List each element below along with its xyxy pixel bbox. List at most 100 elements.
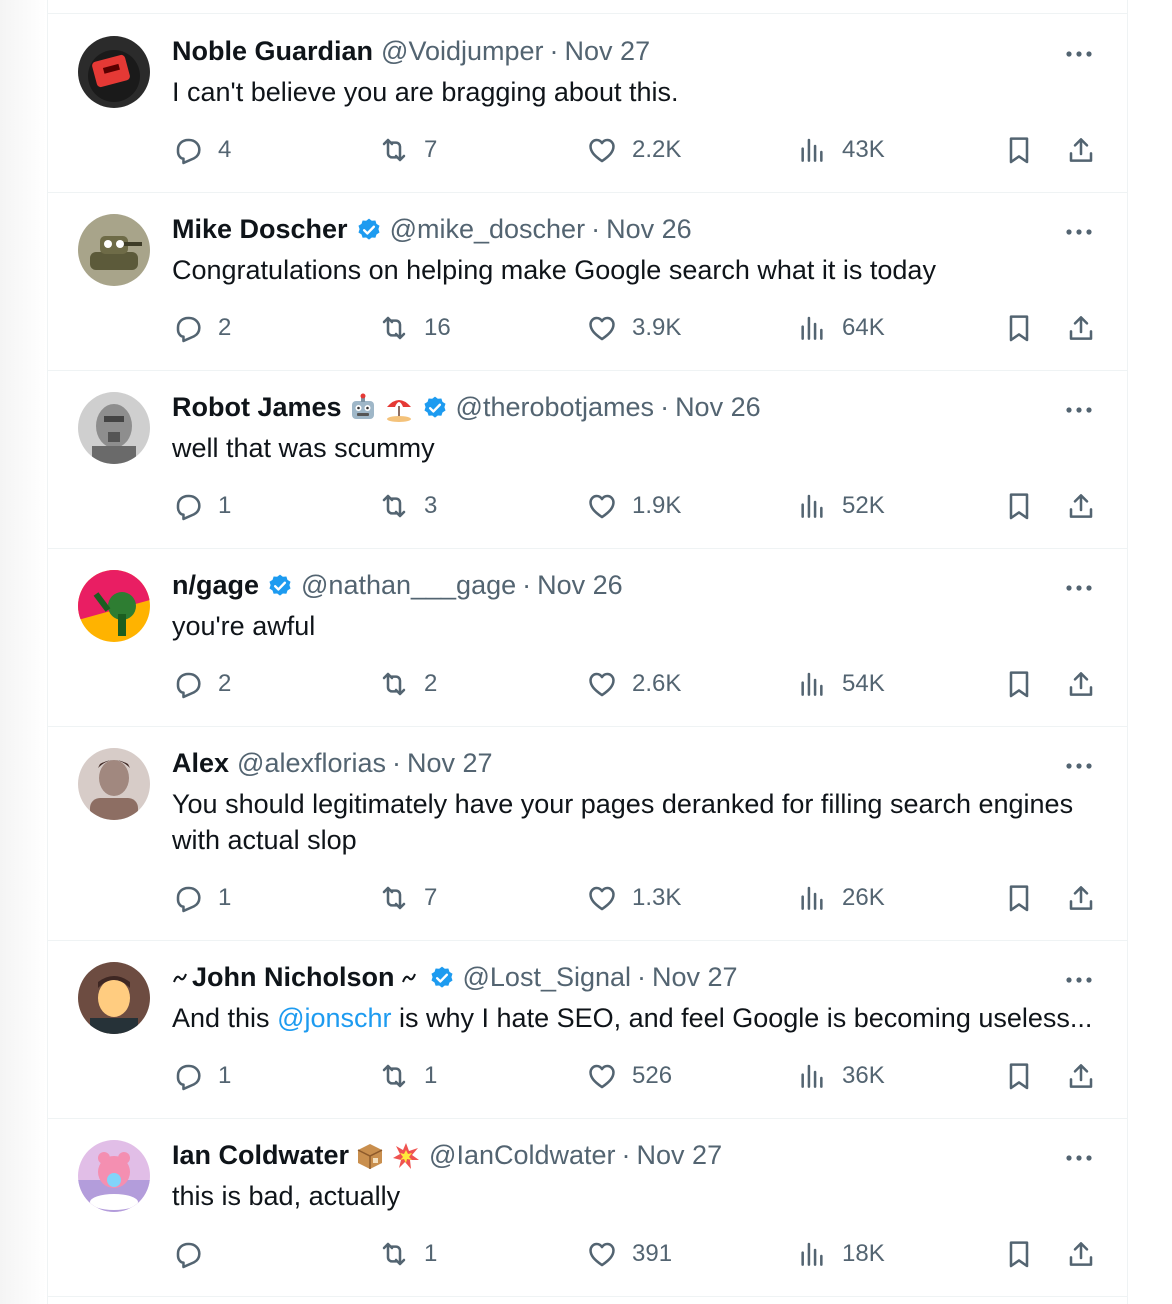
share-icon — [1069, 1064, 1093, 1088]
repost-button[interactable]: 7 — [378, 134, 437, 166]
avatar[interactable] — [78, 748, 150, 820]
handle[interactable]: @Lost_Signal — [463, 962, 632, 993]
views-button[interactable]: 52K — [796, 490, 885, 522]
views-button[interactable]: 26K — [796, 882, 885, 914]
more-options-icon[interactable] — [1065, 228, 1093, 236]
avatar[interactable] — [78, 392, 150, 464]
avatar[interactable] — [78, 214, 150, 286]
repost-button[interactable]: 1 — [378, 1060, 437, 1092]
handle[interactable]: @Voidjumper — [381, 36, 544, 67]
share-button[interactable] — [1065, 668, 1097, 700]
more-options-icon[interactable] — [1065, 762, 1093, 770]
share-button[interactable] — [1065, 490, 1097, 522]
bookmark-button[interactable] — [1003, 312, 1035, 344]
reply-button[interactable]: 2 — [172, 668, 231, 700]
reply-button[interactable]: 4 — [172, 134, 231, 166]
more-options-icon[interactable] — [1065, 1154, 1093, 1162]
share-button[interactable] — [1065, 134, 1097, 166]
reply-button[interactable]: 1 — [172, 490, 231, 522]
reply-button[interactable] — [172, 1238, 218, 1270]
beach-umbrella-emoji — [386, 399, 411, 422]
share-button[interactable] — [1065, 312, 1097, 344]
views-button[interactable]: 54K — [796, 668, 885, 700]
bookmark-button[interactable] — [1003, 134, 1035, 166]
reply-item[interactable]: Robot James @therobotjames · Nov 26 well… — [48, 370, 1127, 549]
reply-item[interactable]: n/gage @nathan___gage · Nov 26 you're aw… — [48, 548, 1127, 727]
heart-icon — [589, 138, 615, 163]
bookmark-button[interactable] — [1003, 1060, 1035, 1092]
separator-dot: · — [522, 570, 532, 600]
timestamp[interactable]: Nov 27 — [565, 36, 651, 67]
mention-link[interactable]: @jonschr — [277, 1003, 391, 1033]
display-name[interactable]: Noble Guardian — [172, 36, 373, 67]
repost-button[interactable]: 1 — [378, 1238, 437, 1270]
reply-header: John Nicholson @Lost_Signal · Nov 27 — [172, 962, 738, 993]
reply-item[interactable]: Alex @alexflorias · Nov 27 You should le… — [48, 726, 1127, 941]
repost-button[interactable]: 2 — [378, 668, 437, 700]
views-button[interactable]: 43K — [796, 134, 885, 166]
share-button[interactable] — [1065, 1238, 1097, 1270]
repost-button[interactable]: 16 — [378, 312, 451, 344]
timestamp[interactable]: Nov 27 — [652, 962, 738, 993]
bookmark-icon — [1009, 885, 1029, 912]
repost-button[interactable]: 7 — [378, 882, 437, 914]
timestamp[interactable]: Nov 26 — [606, 214, 692, 245]
more-options-icon[interactable] — [1065, 50, 1093, 58]
display-name[interactable]: Robot James — [172, 392, 342, 423]
like-button[interactable]: 2.6K — [586, 668, 681, 700]
display-name[interactable]: n/gage — [172, 570, 259, 601]
reply-text: I can't believe you are bragging about t… — [172, 77, 679, 107]
handle[interactable]: @nathan___gage — [301, 570, 516, 601]
views-button[interactable]: 64K — [796, 312, 885, 344]
bookmark-button[interactable] — [1003, 882, 1035, 914]
repost-count: 16 — [424, 314, 451, 341]
repost-count: 2 — [424, 670, 438, 697]
reply-item[interactable]: Noble Guardian @Voidjumper · Nov 27 I ca… — [48, 14, 1127, 193]
reply-button[interactable]: 2 — [172, 312, 231, 344]
handle[interactable]: @therobotjames — [456, 392, 655, 423]
repost-button[interactable]: 3 — [378, 490, 437, 522]
avatar[interactable] — [78, 962, 150, 1034]
views-icon — [801, 1064, 823, 1088]
heart-icon — [589, 1242, 615, 1267]
more-options-icon[interactable] — [1065, 406, 1093, 414]
action-bar: 1 391 18K — [172, 1238, 1097, 1274]
display-name[interactable]: Mike Doscher — [172, 214, 348, 245]
avatar[interactable] — [78, 1140, 150, 1212]
like-button[interactable]: 2.2K — [586, 134, 681, 166]
views-button[interactable]: 18K — [796, 1238, 885, 1270]
bookmark-button[interactable] — [1003, 668, 1035, 700]
reply-item[interactable]: John Nicholson @Lost_Signal · Nov 27 And… — [48, 940, 1127, 1119]
timestamp[interactable]: Nov 27 — [637, 1140, 723, 1171]
display-name[interactable]: Alex — [172, 748, 229, 779]
timestamp[interactable]: Nov 26 — [675, 392, 761, 423]
reply-icon — [176, 316, 201, 343]
more-options-icon[interactable] — [1065, 976, 1093, 984]
reply-count: 2 — [218, 670, 232, 697]
more-options-icon[interactable] — [1065, 584, 1093, 592]
display-name[interactable]: John Nicholson — [192, 962, 395, 993]
reply-button[interactable]: 1 — [172, 882, 231, 914]
like-button[interactable]: 1.3K — [586, 882, 681, 914]
signal-glyph-icon — [401, 973, 416, 982]
display-name[interactable]: Ian Coldwater — [172, 1140, 349, 1171]
reply-item[interactable]: Ian Coldwater @IanColdwater · Nov 27 thi… — [48, 1118, 1127, 1297]
handle[interactable]: @alexflorias — [237, 748, 386, 779]
share-button[interactable] — [1065, 882, 1097, 914]
bookmark-button[interactable] — [1003, 1238, 1035, 1270]
share-button[interactable] — [1065, 1060, 1097, 1092]
like-button[interactable]: 3.9K — [586, 312, 681, 344]
reply-item[interactable]: Mike Doscher @mike_doscher · Nov 26 Cong… — [48, 192, 1127, 371]
handle[interactable]: @IanColdwater — [429, 1140, 616, 1171]
timestamp[interactable]: Nov 27 — [407, 748, 493, 779]
views-button[interactable]: 36K — [796, 1060, 885, 1092]
bookmark-button[interactable] — [1003, 490, 1035, 522]
like-button[interactable]: 391 — [586, 1238, 672, 1270]
avatar[interactable] — [78, 36, 150, 108]
handle[interactable]: @mike_doscher — [390, 214, 586, 245]
like-button[interactable]: 526 — [586, 1060, 672, 1092]
avatar[interactable] — [78, 570, 150, 642]
reply-button[interactable]: 1 — [172, 1060, 231, 1092]
timestamp[interactable]: Nov 26 — [537, 570, 623, 601]
like-button[interactable]: 1.9K — [586, 490, 681, 522]
